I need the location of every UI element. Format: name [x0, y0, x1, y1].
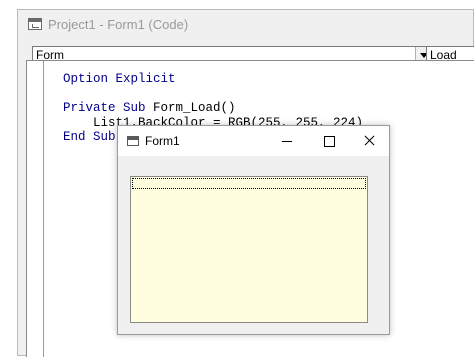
close-icon[interactable]	[349, 126, 391, 156]
form1-title: Form1	[145, 134, 180, 148]
code-line[interactable]: Option Explicit	[63, 72, 176, 86]
code-keyword: End Sub	[63, 130, 116, 144]
form1-window: Form1	[117, 125, 390, 335]
code-window-icon	[28, 18, 42, 30]
margin-indicator-bar[interactable]	[27, 61, 44, 357]
maximize-icon[interactable]	[308, 126, 350, 156]
form-icon	[127, 136, 139, 146]
code-window-titlebar: Project1 - Form1 (Code)	[18, 10, 473, 38]
code-line[interactable]: End Sub	[63, 130, 116, 144]
code-text-run: Form_Load()	[145, 101, 236, 115]
list1-listbox[interactable]	[130, 176, 368, 323]
minimize-icon[interactable]	[266, 126, 308, 156]
form1-titlebar[interactable]: Form1	[118, 126, 389, 156]
code-keyword: Private Sub	[63, 101, 146, 115]
code-window-title: Project1 - Form1 (Code)	[48, 16, 189, 32]
code-keyword: Option Explicit	[63, 72, 176, 86]
code-line[interactable]: Private Sub Form_Load()	[63, 101, 236, 115]
listbox-focus-item[interactable]	[132, 178, 366, 189]
